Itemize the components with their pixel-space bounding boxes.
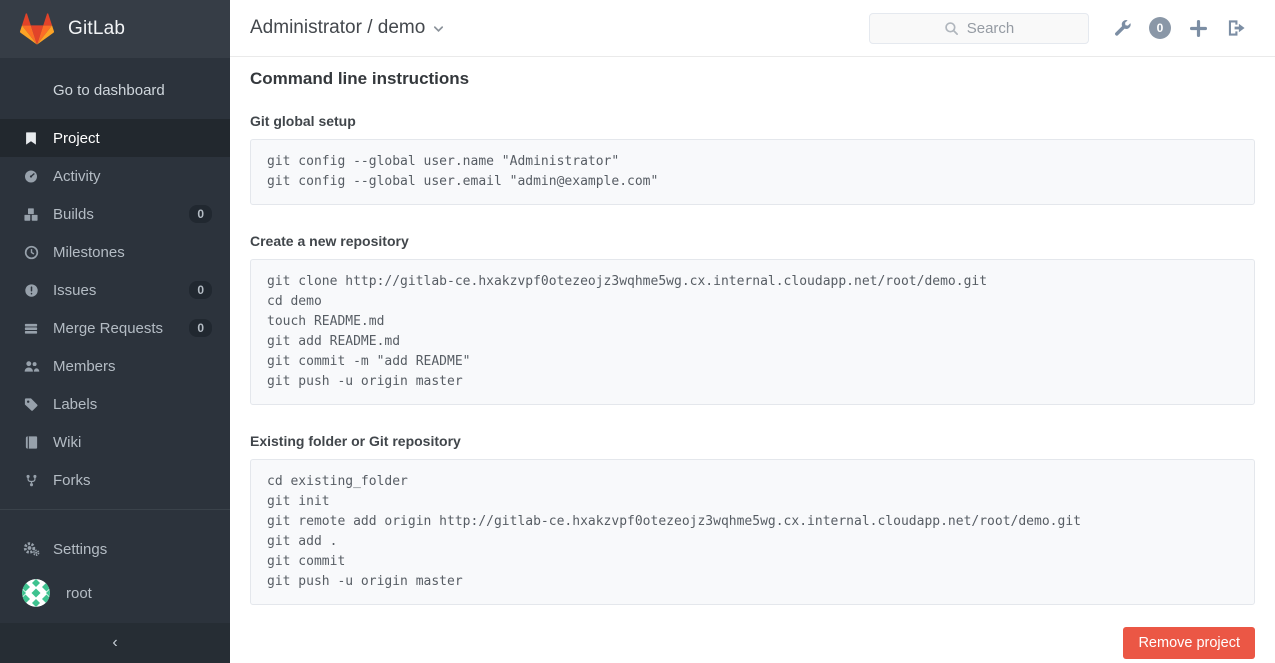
section-heading-create-new-repository: Create a new repository xyxy=(250,233,1255,249)
sidebar-item-label: Project xyxy=(53,130,212,147)
tag-icon xyxy=(22,396,40,412)
chevron-left-icon: ‹ xyxy=(112,634,117,652)
sidebar-item-merge-requests[interactable]: Merge Requests 0 xyxy=(0,309,230,347)
sidebar-header: GitLab xyxy=(0,0,230,58)
page-title: Command line instructions xyxy=(250,69,1255,89)
sidebar-item-label: Settings xyxy=(53,541,212,558)
plus-icon xyxy=(1190,20,1207,37)
section-heading-git-global-setup: Git global setup xyxy=(250,113,1255,129)
sidebar-item-forks[interactable]: Forks xyxy=(0,461,230,499)
new-project-button[interactable] xyxy=(1179,9,1217,47)
chevron-down-icon xyxy=(432,22,445,35)
sidebar-item-label: Activity xyxy=(53,168,212,185)
sidebar-item-labels[interactable]: Labels xyxy=(0,385,230,423)
bookmark-icon xyxy=(22,130,40,146)
admin-area-button[interactable] xyxy=(1103,9,1141,47)
sidebar-item-user-profile[interactable]: root xyxy=(0,570,230,616)
sidebar-item-wiki[interactable]: Wiki xyxy=(0,423,230,461)
sidebar-item-label: Wiki xyxy=(53,434,212,451)
sidebar-item-label: Labels xyxy=(53,396,212,413)
sidebar-item-members[interactable]: Members xyxy=(0,347,230,385)
remove-project-button[interactable]: Remove project xyxy=(1123,627,1255,659)
code-block-create-new-repository: git clone http://gitlab-ce.hxakzvpf0otez… xyxy=(250,259,1255,405)
topbar: Administrator / demo Search 0 xyxy=(230,0,1275,57)
gitlab-app: GitLab Go to dashboard Project Activity xyxy=(0,0,1275,663)
sidebar-item-label: Issues xyxy=(53,282,189,299)
breadcrumb[interactable]: Administrator / demo xyxy=(250,17,445,39)
clock-icon xyxy=(22,244,40,260)
sidebar-nav: Project Activity Builds 0 Milestones xyxy=(0,119,230,499)
builds-count-badge: 0 xyxy=(189,205,212,223)
book-icon xyxy=(22,434,40,450)
sign-out-icon xyxy=(1227,19,1246,37)
sidebar-item-settings[interactable]: Settings xyxy=(0,530,230,568)
sign-out-button[interactable] xyxy=(1217,9,1255,47)
sidebar-item-label: Members xyxy=(53,358,212,375)
page-content: Command line instructions Git global set… xyxy=(230,57,1275,663)
sidebar-item-label: Forks xyxy=(53,472,212,489)
sidebar-item-project[interactable]: Project xyxy=(0,119,230,157)
users-icon xyxy=(22,358,40,374)
fork-icon xyxy=(22,472,40,488)
sidebar-item-label: Milestones xyxy=(53,244,212,261)
main-area: Administrator / demo Search 0 xyxy=(230,0,1275,663)
content-footer: Remove project xyxy=(250,627,1255,659)
merge-requests-count-badge: 0 xyxy=(189,319,212,337)
exclamation-circle-icon xyxy=(22,282,40,298)
sidebar: GitLab Go to dashboard Project Activity xyxy=(0,0,230,663)
search-placeholder: Search xyxy=(967,20,1015,37)
sidebar-item-issues[interactable]: Issues 0 xyxy=(0,271,230,309)
search-input[interactable]: Search xyxy=(869,13,1089,44)
logo-wordmark: GitLab xyxy=(68,18,125,40)
code-block-existing-folder: cd existing_folder git init git remote a… xyxy=(250,459,1255,605)
sidebar-item-label: Merge Requests xyxy=(53,320,189,337)
cubes-icon xyxy=(22,206,40,222)
sidebar-item-label: Builds xyxy=(53,206,189,223)
sidebar-item-milestones[interactable]: Milestones xyxy=(0,233,230,271)
topbar-icons: 0 xyxy=(1103,9,1255,47)
section-heading-existing-folder: Existing folder or Git repository xyxy=(250,433,1255,449)
go-to-dashboard-link[interactable]: Go to dashboard xyxy=(0,58,230,119)
gitlab-logo-icon[interactable] xyxy=(20,13,54,45)
list-icon xyxy=(22,320,40,336)
search-icon xyxy=(944,21,959,36)
todos-count-badge: 0 xyxy=(1149,17,1171,39)
dashboard-icon xyxy=(22,168,40,184)
sidebar-divider xyxy=(0,509,230,510)
sidebar-item-activity[interactable]: Activity xyxy=(0,157,230,195)
avatar xyxy=(22,579,50,607)
issues-count-badge: 0 xyxy=(189,281,212,299)
code-block-git-global-setup: git config --global user.name "Administr… xyxy=(250,139,1255,205)
wrench-icon xyxy=(1113,19,1132,38)
gear-icon xyxy=(22,541,40,557)
sidebar-collapse-toggle[interactable]: ‹ xyxy=(0,623,230,663)
todos-button[interactable]: 0 xyxy=(1141,9,1179,47)
user-name: root xyxy=(66,585,92,602)
sidebar-item-builds[interactable]: Builds 0 xyxy=(0,195,230,233)
breadcrumb-text: Administrator / demo xyxy=(250,17,425,39)
